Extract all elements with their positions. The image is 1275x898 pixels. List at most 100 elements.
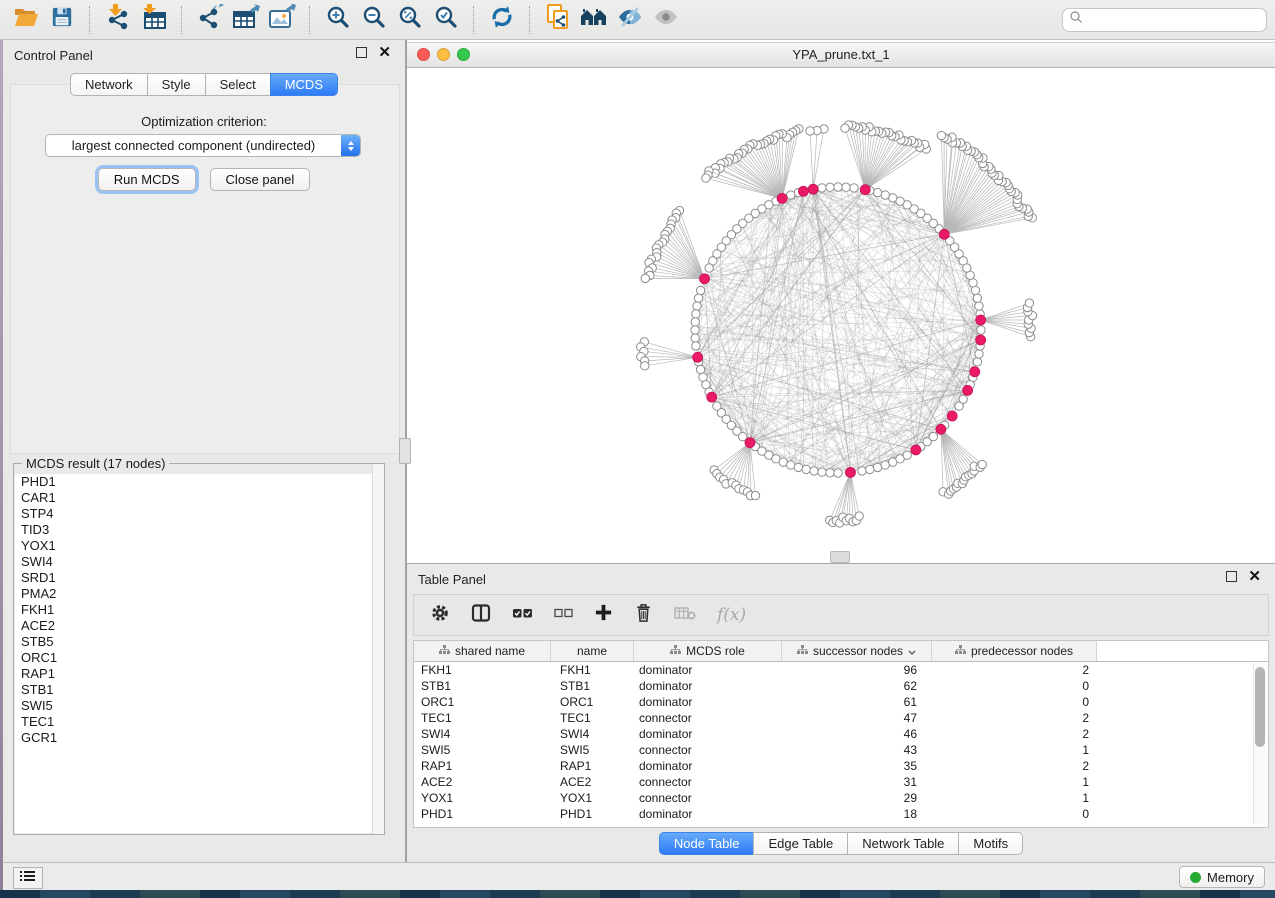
close-panel-icon[interactable]: ✕ bbox=[1248, 571, 1261, 582]
table-row[interactable]: FKH1FKH1dominator962 bbox=[414, 662, 1268, 678]
close-window-icon[interactable] bbox=[417, 48, 430, 61]
table-row[interactable]: YOX1YOX1connector291 bbox=[414, 790, 1268, 806]
tab-motifs[interactable]: Motifs bbox=[958, 832, 1023, 855]
open-button[interactable] bbox=[8, 4, 44, 36]
table-row[interactable]: STB1STB1dominator620 bbox=[414, 678, 1268, 694]
table-cell[interactable]: dominator bbox=[634, 695, 782, 709]
mcds-result-item[interactable]: TID3 bbox=[15, 522, 383, 538]
table-cell[interactable]: 43 bbox=[782, 743, 932, 757]
table-cell[interactable]: PHD1 bbox=[414, 807, 551, 821]
table-cell[interactable]: 1 bbox=[932, 791, 1097, 805]
mcds-result-item[interactable]: STP4 bbox=[15, 506, 383, 522]
table-cell[interactable]: 1 bbox=[932, 775, 1097, 789]
table-cell[interactable]: ACE2 bbox=[551, 775, 634, 789]
zoom-in-button[interactable] bbox=[320, 4, 356, 36]
table-cell[interactable]: SWI4 bbox=[414, 727, 551, 741]
minimize-window-icon[interactable] bbox=[437, 48, 450, 61]
table-cell[interactable]: 2 bbox=[932, 711, 1097, 725]
table-cell[interactable]: connector bbox=[634, 791, 782, 805]
task-history-button[interactable] bbox=[13, 867, 43, 889]
table-cell[interactable]: TEC1 bbox=[414, 711, 551, 725]
mcds-result-item[interactable]: CAR1 bbox=[15, 490, 383, 506]
table-cell[interactable]: PHD1 bbox=[551, 807, 634, 821]
mcds-result-item[interactable]: TEC1 bbox=[15, 714, 383, 730]
network-graph[interactable] bbox=[407, 66, 1275, 563]
mcds-result-item[interactable]: RAP1 bbox=[15, 666, 383, 682]
mcds-result-item[interactable]: STB1 bbox=[15, 682, 383, 698]
zoom-out-button[interactable] bbox=[356, 4, 392, 36]
gear-icon[interactable] bbox=[430, 603, 450, 628]
clone-network-button[interactable] bbox=[540, 4, 576, 36]
table-cell[interactable]: SWI5 bbox=[551, 743, 634, 757]
select-all-icon[interactable] bbox=[512, 605, 533, 626]
maximize-window-icon[interactable] bbox=[457, 48, 470, 61]
mcds-result-item[interactable]: PMA2 bbox=[15, 586, 383, 602]
table-row[interactable]: SWI5SWI5connector431 bbox=[414, 742, 1268, 758]
table-cell[interactable]: connector bbox=[634, 775, 782, 789]
save-button[interactable] bbox=[44, 4, 80, 36]
table-scrollbar-thumb[interactable] bbox=[1255, 667, 1265, 747]
mcds-result-item[interactable]: YOX1 bbox=[15, 538, 383, 554]
column-header-successor-nodes[interactable]: successor nodes bbox=[782, 641, 932, 661]
table-row[interactable]: ACE2ACE2connector311 bbox=[414, 774, 1268, 790]
table-cell[interactable]: 61 bbox=[782, 695, 932, 709]
table-row[interactable]: SWI4SWI4dominator462 bbox=[414, 726, 1268, 742]
sort-chevron-icon[interactable] bbox=[908, 644, 916, 658]
column-header-shared-name[interactable]: shared name bbox=[414, 641, 551, 661]
table-cell[interactable]: dominator bbox=[634, 759, 782, 773]
show-all-button[interactable] bbox=[648, 4, 684, 36]
search-field[interactable] bbox=[1062, 8, 1267, 32]
trash-icon[interactable] bbox=[634, 603, 653, 628]
tab-network-table[interactable]: Network Table bbox=[847, 832, 959, 855]
zoom-selected-button[interactable] bbox=[428, 4, 464, 36]
table-cell[interactable]: YOX1 bbox=[414, 791, 551, 805]
table-cell[interactable]: 96 bbox=[782, 663, 932, 677]
run-mcds-button[interactable]: Run MCDS bbox=[98, 168, 196, 191]
column-header-MCDS-role[interactable]: MCDS role bbox=[634, 641, 782, 661]
table-row[interactable]: PHD1PHD1dominator180 bbox=[414, 806, 1268, 822]
mcds-result-item[interactable]: SWI5 bbox=[15, 698, 383, 714]
zoom-fit-button[interactable] bbox=[392, 4, 428, 36]
search-input[interactable] bbox=[1083, 12, 1260, 28]
table-cell[interactable]: SWI4 bbox=[551, 727, 634, 741]
table-cell[interactable]: 47 bbox=[782, 711, 932, 725]
first-neighbors-button[interactable] bbox=[576, 4, 612, 36]
tab-style[interactable]: Style bbox=[147, 73, 206, 96]
mcds-list-scrollbar[interactable] bbox=[372, 464, 384, 834]
export-network-button[interactable] bbox=[192, 4, 228, 36]
mcds-result-item[interactable]: ACE2 bbox=[15, 618, 383, 634]
table-cell[interactable]: 35 bbox=[782, 759, 932, 773]
tab-network[interactable]: Network bbox=[70, 73, 148, 96]
mcds-result-item[interactable]: SRD1 bbox=[15, 570, 383, 586]
table-cell[interactable]: RAP1 bbox=[551, 759, 634, 773]
table-cell[interactable]: dominator bbox=[634, 679, 782, 693]
mcds-result-item[interactable]: GCR1 bbox=[15, 730, 383, 746]
table-cell[interactable]: dominator bbox=[634, 807, 782, 821]
mcds-result-item[interactable]: SWI4 bbox=[15, 554, 383, 570]
apply-layout-button[interactable] bbox=[484, 4, 520, 36]
memory-button[interactable]: Memory bbox=[1179, 866, 1265, 888]
table-cell[interactable]: connector bbox=[634, 743, 782, 757]
table-cell[interactable]: ORC1 bbox=[414, 695, 551, 709]
float-panel-icon[interactable] bbox=[356, 47, 367, 58]
table-cell[interactable]: 0 bbox=[932, 679, 1097, 693]
network-titlebar[interactable]: YPA_prune.txt_1 bbox=[407, 42, 1275, 68]
table-cell[interactable]: ACE2 bbox=[414, 775, 551, 789]
close-panel-button[interactable]: Close panel bbox=[210, 168, 311, 191]
table-cell[interactable]: dominator bbox=[634, 727, 782, 741]
table-cell[interactable]: TEC1 bbox=[551, 711, 634, 725]
table-cell[interactable]: 1 bbox=[932, 743, 1097, 757]
import-table-button[interactable] bbox=[136, 4, 172, 36]
tab-mcds[interactable]: MCDS bbox=[270, 73, 338, 96]
horizontal-splitter-handle[interactable] bbox=[830, 551, 850, 563]
clear-selection-icon[interactable] bbox=[554, 606, 573, 625]
table-cell[interactable]: 31 bbox=[782, 775, 932, 789]
table-cell[interactable]: 2 bbox=[932, 727, 1097, 741]
add-icon[interactable] bbox=[594, 603, 613, 627]
split-view-icon[interactable] bbox=[471, 603, 491, 628]
close-panel-icon[interactable]: ✕ bbox=[378, 47, 391, 58]
table-cell[interactable]: 29 bbox=[782, 791, 932, 805]
float-panel-icon[interactable] bbox=[1226, 571, 1237, 582]
export-table-button[interactable] bbox=[228, 4, 264, 36]
criterion-dropdown[interactable]: largest connected component (undirected) bbox=[45, 134, 361, 157]
